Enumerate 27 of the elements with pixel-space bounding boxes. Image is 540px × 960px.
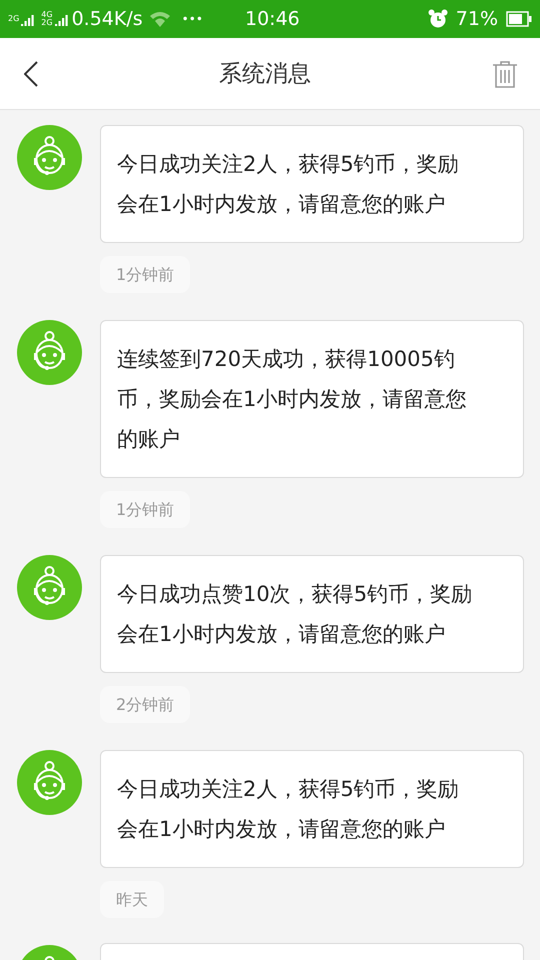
signal-icon (54, 12, 69, 26)
wifi-icon (148, 10, 172, 28)
message-text: 今日成功点赞10次，获得5钓币，奖励 会在1小时内发放，请留意您的账户 (117, 581, 474, 648)
back-icon[interactable] (24, 60, 38, 86)
trash-icon[interactable] (492, 60, 518, 88)
battery-percentage: 71% (456, 8, 498, 30)
support-agent-avatar (17, 750, 82, 815)
support-agent-avatar (17, 320, 82, 385)
network-label: 4G (41, 11, 53, 19)
battery-icon (506, 11, 532, 27)
message-text: 连续签到720天成功，获得10005钓 币，奖励会在1小时内发放，请留意您 的账户 (117, 346, 468, 453)
message-text: 今日成功关注2人，获得5钓币，奖励 会在1小时内发放，请留意您的账户 (117, 776, 460, 843)
alarm-icon (428, 9, 448, 29)
message-time: 1分钟前 (100, 491, 190, 528)
message-text: 今日成功关注2人，获得5钓币，奖励 会在1小时内发放，请留意您的账户 (117, 151, 460, 218)
page-title: 系统消息 (219, 60, 311, 89)
more-indicator: ••• (182, 12, 203, 26)
clock-time: 10:46 (245, 8, 300, 30)
support-agent-avatar (17, 125, 82, 190)
network-label: 2G (8, 15, 20, 23)
message-time: 昨天 (100, 881, 164, 918)
network-label: 2G (41, 19, 53, 27)
message-time: 2分钟前 (100, 686, 190, 723)
message-time: 1分钟前 (100, 256, 190, 293)
network-speed: 0.54K/s (72, 8, 143, 30)
signal-icon (21, 12, 36, 26)
support-agent-avatar (17, 555, 82, 620)
